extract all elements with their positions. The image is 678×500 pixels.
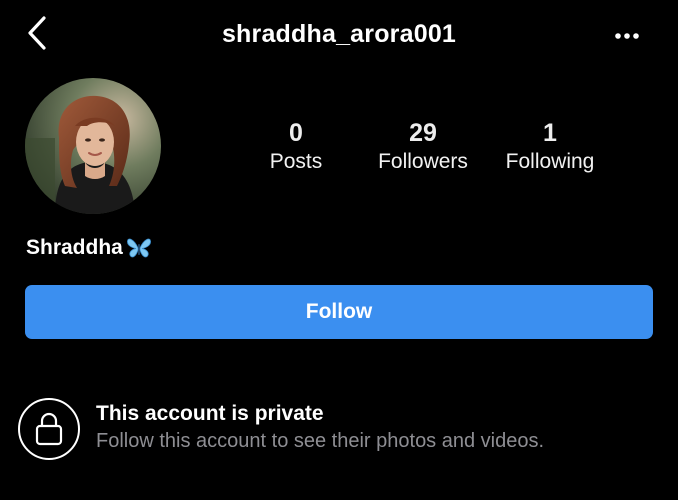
private-account-subtitle: Follow this account to see their photos … — [96, 430, 545, 452]
posts-stat[interactable]: 0 Posts — [226, 118, 366, 176]
profile-display-name: Shraddha — [26, 236, 152, 260]
profile-avatar[interactable] — [25, 78, 161, 214]
ellipsis-icon — [615, 33, 639, 39]
follow-button[interactable]: Follow — [25, 285, 653, 339]
following-label: Following — [505, 150, 595, 173]
butterfly-icon — [126, 238, 151, 258]
profile-username: shraddha_arora001 — [221, 20, 457, 48]
following-count: 1 — [543, 119, 557, 147]
followers-count: 29 — [409, 119, 437, 147]
private-lock-badge — [18, 398, 80, 460]
posts-count: 0 — [289, 119, 303, 147]
more-options-button[interactable] — [606, 24, 646, 48]
lock-icon — [35, 412, 63, 446]
following-stat[interactable]: 1 Following — [480, 118, 620, 176]
posts-label: Posts — [269, 150, 323, 173]
display-name-text: Shraddha — [26, 236, 123, 259]
followers-stat[interactable]: 29 Followers — [353, 118, 493, 176]
profile-header: shraddha_arora001 — [0, 0, 678, 72]
private-account-title: This account is private — [96, 402, 324, 425]
followers-label: Followers — [378, 150, 468, 173]
